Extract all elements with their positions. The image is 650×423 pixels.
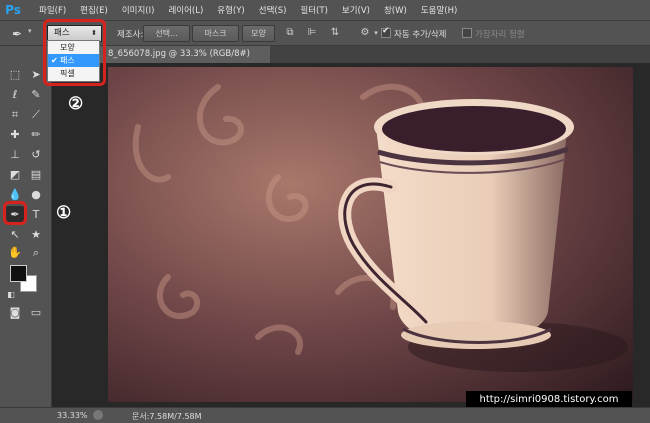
menu-image[interactable]: 이미지(I) <box>115 4 162 16</box>
stamp-icon[interactable]: ⊥ <box>6 146 24 164</box>
path-operations-icon[interactable]: ⧉ <box>283 26 297 40</box>
foreground-color-swatch[interactable] <box>10 265 27 282</box>
screen-mode-icon[interactable]: ▭ <box>27 304 45 322</box>
annotation-box-pen-tool <box>3 201 27 225</box>
menu-help[interactable]: 도움말(H) <box>414 4 464 16</box>
zoom-level[interactable]: 33.33% <box>57 411 88 420</box>
menu-edit[interactable]: 편집(E) <box>73 4 115 16</box>
path-arrangement-icon[interactable]: ⇅ <box>328 26 342 40</box>
document-size: 문서:7.58M/7.58M <box>132 412 202 421</box>
path-alignment-icon[interactable]: ⊫ <box>305 26 319 40</box>
menu-view[interactable]: 보기(V) <box>335 4 377 16</box>
align-edges-label: 가장자리 정렬 <box>475 30 525 40</box>
document-tab[interactable]: 8_656078.jpg @ 33.3% (RGB/8#) <box>100 46 270 63</box>
annotation-number-two: ② <box>68 94 84 114</box>
photoshop-logo: Ps <box>5 3 21 17</box>
auto-add-delete-label: 자동 추가/삭제 <box>394 30 447 40</box>
default-colors-icon[interactable]: ◧ <box>2 286 20 304</box>
lasso-icon[interactable]: ℓ <box>6 86 24 104</box>
make-label: 제조사: <box>117 30 144 40</box>
history-brush-icon[interactable]: ↺ <box>27 146 45 164</box>
menu-filter[interactable]: 필터(T) <box>293 4 334 16</box>
auto-add-delete-checkbox[interactable] <box>381 26 391 38</box>
marquee-icon[interactable]: ⬚ <box>6 66 24 84</box>
zoom-icon[interactable]: ⌕ <box>27 244 45 262</box>
teacup-photo <box>108 67 633 402</box>
status-bar: 33.33% 문서:7.58M/7.58M <box>0 407 650 423</box>
hand-icon[interactable]: ✋ <box>6 244 24 262</box>
chevron-down-icon[interactable]: ▾ <box>28 27 32 35</box>
annotation-number-one: ① <box>56 203 72 223</box>
quick-select-icon[interactable]: ✎ <box>27 86 45 104</box>
menu-bar: Ps 파일(F) 편집(E) 이미지(I) 레이어(L) 유형(Y) 선택(S)… <box>0 0 650 20</box>
eyedropper-icon[interactable]: ⟋ <box>27 106 45 124</box>
healing-brush-icon[interactable]: ✚ <box>6 126 24 144</box>
status-info-icon[interactable] <box>93 410 103 420</box>
crop-icon[interactable]: ⌗ <box>6 106 24 124</box>
annotation-box-mode <box>43 19 106 86</box>
menu-select[interactable]: 선택(S) <box>252 4 294 16</box>
menu-layer[interactable]: 레이어(L) <box>161 4 210 16</box>
align-edges-checkbox[interactable] <box>462 28 472 38</box>
tools-panel: ⬚ ➤ ℓ ✎ ⌗ ⟋ ✚ ✏ ⊥ ↺ ◩ ▤ 💧 ● ✒ T ↖ ★ ✋ ⌕ … <box>0 46 52 407</box>
menu-items: 파일(F) 편집(E) 이미지(I) 레이어(L) 유형(Y) 선택(S) 필터… <box>32 4 464 16</box>
brush-icon[interactable]: ✏ <box>27 126 45 144</box>
type-icon[interactable]: T <box>27 206 45 224</box>
make-shape-button[interactable]: 모양 <box>242 25 275 42</box>
document-tab-bar: 8_656078.jpg @ 33.3% (RGB/8#) <box>52 46 650 63</box>
quick-mask-icon[interactable]: ◙ <box>6 304 24 322</box>
dodge-icon[interactable]: ● <box>27 186 45 204</box>
make-selection-button[interactable]: 선택... <box>143 25 190 42</box>
pen-tool-preset-icon[interactable]: ✒ <box>6 25 28 43</box>
menu-window[interactable]: 창(W) <box>377 4 414 16</box>
path-select-icon[interactable]: ↖ <box>6 226 24 244</box>
menu-file[interactable]: 파일(F) <box>32 4 73 16</box>
eraser-icon[interactable]: ◩ <box>6 166 24 184</box>
document-image[interactable] <box>108 67 633 402</box>
make-mask-button[interactable]: 마스크 <box>192 25 239 42</box>
menu-type[interactable]: 유형(Y) <box>210 4 251 16</box>
gradient-icon[interactable]: ▤ <box>27 166 45 184</box>
shape-icon[interactable]: ★ <box>27 226 45 244</box>
